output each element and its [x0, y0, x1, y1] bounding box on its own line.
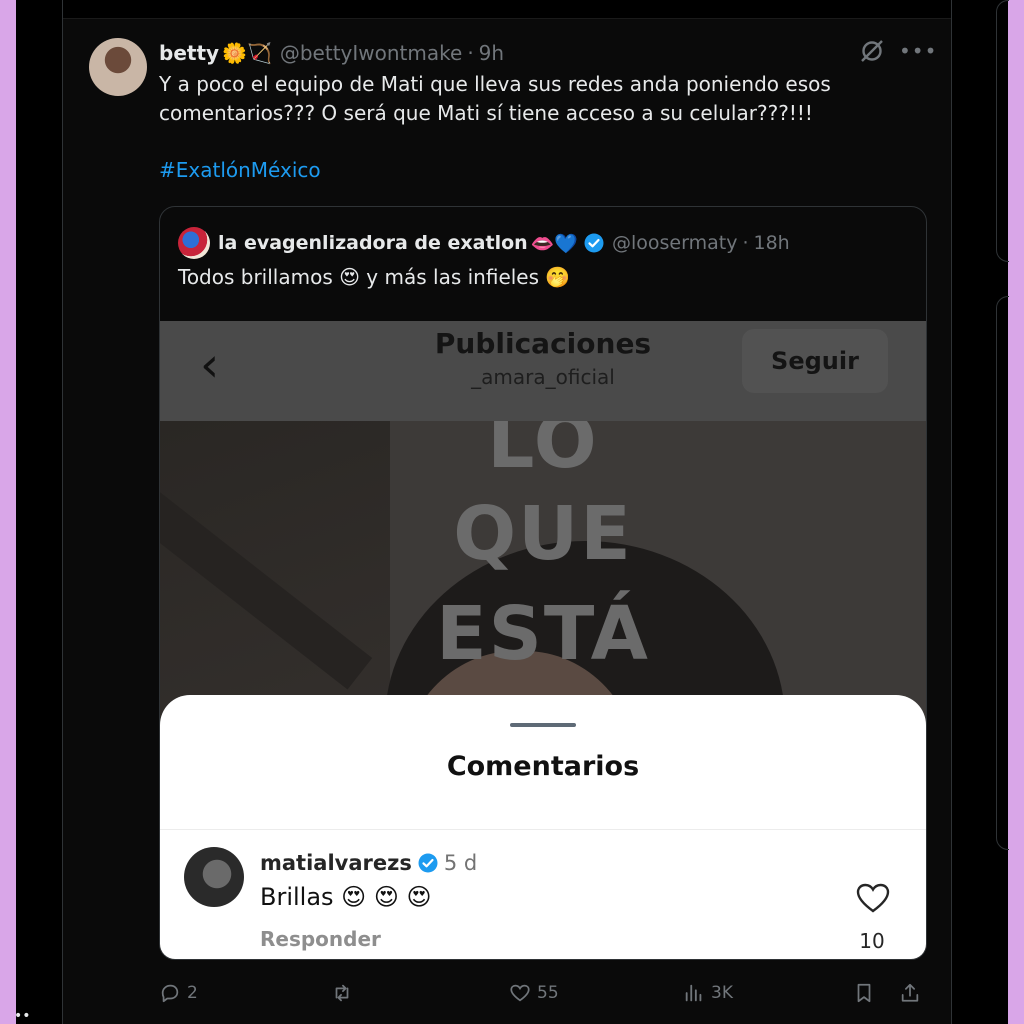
views-count: 3K [711, 983, 733, 1003]
follow-button: Seguir [742, 329, 888, 393]
overlay-word: QUE [453, 491, 633, 577]
tweet-actions: 2 55 3K [159, 976, 927, 1010]
sheet-drag-handle [510, 723, 576, 727]
reply-button[interactable]: 2 [159, 976, 198, 1010]
comment-time: 5 d [443, 851, 478, 875]
author-avatar[interactable] [89, 38, 147, 96]
tweet-text: Y a poco el equipo de Mati que lleva sus… [159, 72, 831, 125]
quote-name-emojis: 👄💙 [530, 232, 578, 255]
reply-count: 2 [187, 983, 198, 1003]
verified-badge-icon [418, 853, 438, 873]
commenter-username: matialvarezs [260, 851, 412, 875]
commenter-row: matialvarezs 5 d [260, 851, 477, 875]
author-name-emojis: 🌼🏹 [222, 41, 272, 65]
overlay-word: ESTÁ [436, 591, 650, 677]
heart-icon [856, 883, 890, 913]
tweet-time[interactable]: 9h [479, 41, 504, 65]
instagram-header: ‹ Publicaciones _amara_oficial Seguir [160, 321, 926, 421]
comment-like-count: 10 [859, 929, 885, 953]
frame-left [0, 0, 16, 1024]
repost-icon [335, 984, 349, 1002]
views-button[interactable]: 3K [683, 976, 733, 1010]
hashtag-link[interactable]: #ExatlónMéxico [159, 158, 321, 182]
verified-badge-icon [584, 233, 604, 253]
separator-dot: · [742, 232, 749, 254]
overlay-word: LO [487, 421, 599, 485]
window-dots: •• [14, 1008, 31, 1024]
quote-header: la evagenlizadora de exatlon 👄💙 @looserm… [178, 227, 790, 259]
quote-time[interactable]: 18h [754, 232, 790, 254]
bookmark-button[interactable] [853, 976, 881, 1010]
side-panel-edge [996, 296, 1009, 850]
comments-title: Comentarios [446, 751, 640, 782]
grok-icon[interactable] [859, 38, 885, 64]
author-handle[interactable]: @bettyIwontmake [280, 41, 462, 65]
more-icon[interactable]: ••• [899, 40, 936, 62]
like-button[interactable]: 55 [509, 976, 559, 1010]
tweet-header: betty 🌼🏹 @bettyIwontmake · 9h [159, 38, 504, 68]
quote-avatar[interactable] [178, 227, 210, 259]
previous-post-edge [63, 0, 951, 19]
comments-sheet: Comentarios matialvarezs 5 d Brillas 😍 😍… [160, 695, 926, 959]
quoted-tweet[interactable]: la evagenlizadora de exatlon 👄💙 @looserm… [159, 206, 927, 960]
side-panel-edge [996, 0, 1009, 262]
quote-display-name[interactable]: la evagenlizadora de exatlon [218, 232, 528, 254]
author-display-name[interactable]: betty [159, 41, 219, 65]
separator-dot: · [467, 41, 474, 65]
share-button[interactable] [899, 976, 927, 1010]
share-icon [901, 983, 919, 1002]
tweet-column: betty 🌼🏹 @bettyIwontmake · 9h ••• Y a po… [62, 0, 952, 1024]
commenter-avatar [184, 847, 244, 907]
bookmark-icon [857, 983, 871, 1003]
reply-label: Responder [260, 927, 381, 951]
repost-button[interactable] [331, 976, 359, 1010]
quote-handle[interactable]: @loosermaty [612, 232, 737, 254]
comment-text: Brillas 😍 😍 😍 [260, 883, 432, 911]
like-icon [510, 984, 530, 1002]
quote-media-image[interactable]: LO QUE ESTÁ ‹ Publicaciones _amara_ofici… [160, 321, 926, 959]
right-gutter [950, 0, 1009, 1024]
views-icon [685, 984, 702, 1002]
frame-right [1008, 0, 1024, 1024]
divider [160, 829, 926, 830]
reply-icon [161, 984, 179, 1003]
quote-text: Todos brillamos 😍 y más las infieles 🤭 [178, 265, 571, 289]
like-count: 55 [537, 983, 559, 1003]
